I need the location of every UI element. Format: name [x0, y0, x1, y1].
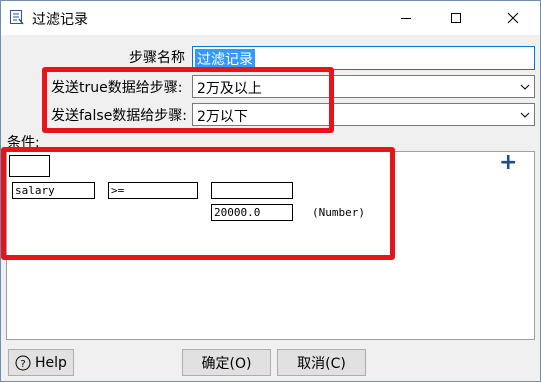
highlight-box-condition	[1, 147, 395, 260]
help-label: Help	[35, 354, 67, 371]
filter-rows-dialog: 过滤记录 步骤名称 过滤记录 发送true数据给步骤: 2万及以上 发送fals…	[0, 0, 541, 382]
chevron-down-icon[interactable]	[516, 76, 534, 97]
help-button[interactable]: ? Help	[8, 349, 74, 376]
filter-app-icon	[10, 10, 24, 25]
ok-button[interactable]: 确定(O)	[182, 349, 271, 376]
add-condition-icon[interactable]: +	[499, 152, 517, 174]
ok-label: 确定(O)	[201, 355, 252, 372]
close-icon	[507, 12, 519, 24]
cancel-label: 取消(C)	[297, 355, 346, 372]
maximize-icon	[451, 13, 461, 23]
svg-text:?: ?	[20, 359, 25, 370]
close-button[interactable]	[490, 1, 536, 35]
step-name-label: 步骤名称	[129, 50, 185, 66]
step-name-value: 过滤记录	[195, 49, 255, 69]
minimize-button[interactable]	[383, 1, 429, 35]
highlight-box-targets	[42, 67, 334, 133]
maximize-button[interactable]	[433, 1, 479, 35]
cancel-button[interactable]: 取消(C)	[277, 349, 366, 376]
window-title: 过滤记录	[32, 12, 88, 28]
chevron-down-icon[interactable]	[516, 104, 534, 125]
minimize-icon	[401, 18, 411, 19]
title-bar: 过滤记录	[1, 1, 540, 35]
help-icon: ?	[15, 355, 31, 370]
